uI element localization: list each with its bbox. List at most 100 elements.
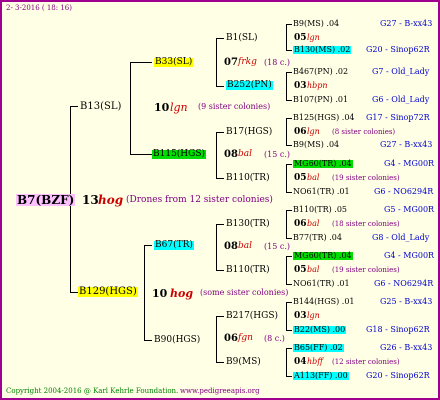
connector bbox=[286, 376, 292, 377]
gen2-1-generation: 07 bbox=[224, 57, 238, 68]
connector bbox=[286, 302, 292, 303]
gen4-left-12: NO61(TR) .01 bbox=[293, 279, 350, 288]
gen1-upper-note: (9 sister colonies) bbox=[198, 102, 271, 111]
connector bbox=[286, 330, 292, 331]
gen4-right-16: G20 - Sinop62R bbox=[366, 371, 430, 380]
gen4-left-10: B77(TR) .04 bbox=[293, 233, 342, 242]
gen4-right-15: G26 - B-xx43 bbox=[380, 343, 433, 352]
website-link[interactable]: www.pedigreeapis.org bbox=[180, 388, 260, 395]
gen4-left-13: B144(HGS) .01 bbox=[293, 297, 355, 306]
gen2-2-breed: bal bbox=[238, 149, 253, 159]
gen1-upper-connector bbox=[130, 62, 131, 154]
gen4-right-14: G18 - Sinop62R bbox=[366, 325, 430, 334]
connector bbox=[216, 86, 224, 87]
gen3-2-generation: 03 bbox=[294, 81, 307, 91]
copyright: Copyright 2004-2016 @ Karl Kehrle Founda… bbox=[6, 387, 179, 395]
gen3-1-generation: 05 bbox=[294, 33, 307, 43]
gen3-4-note: (19 sister colonies) bbox=[332, 174, 400, 182]
gen2-2-generation: 08 bbox=[224, 149, 238, 160]
gen3-6-generation: 05 bbox=[294, 265, 307, 275]
gen2-3-note: (15 c.) bbox=[264, 242, 290, 251]
gen4-left-6: B9(MS) .04 bbox=[293, 140, 340, 149]
gen1-lower-note: (some sister colonies) bbox=[200, 288, 289, 297]
gen3-3-note: (8 sister colonies) bbox=[332, 128, 396, 136]
gen3-queen-1: B1(SL) bbox=[226, 33, 258, 43]
gen4-right-5: G17 - Sinop72R bbox=[366, 113, 430, 122]
gen2-4-generation: 06 bbox=[224, 333, 238, 344]
root-breed: hog bbox=[98, 193, 124, 207]
connector bbox=[286, 256, 292, 257]
connector bbox=[286, 210, 287, 238]
gen3-5-note: (18 sister colonies) bbox=[332, 220, 400, 228]
gen4-right-3: G7 - Old_Lady bbox=[372, 67, 430, 76]
gen4-left-16: A113(FF) .00 bbox=[293, 371, 349, 380]
gen4-left-2: B130(MS) .02 bbox=[293, 45, 352, 54]
gen3-queen-8: B9(MS) bbox=[226, 357, 261, 367]
gen2-4-breed: fgn bbox=[238, 333, 253, 343]
connector bbox=[286, 210, 292, 211]
connector bbox=[216, 132, 217, 178]
connector bbox=[286, 284, 292, 285]
gen4-left-4: B107(PN) .01 bbox=[293, 95, 349, 104]
gen2-queen-4: B90(HGS) bbox=[154, 335, 201, 345]
connector bbox=[286, 118, 292, 119]
connector bbox=[216, 362, 224, 363]
gen3-6-breed: bal bbox=[307, 265, 320, 274]
gen3-6-note: (19 sister colonies) bbox=[332, 266, 400, 274]
gen3-queen-4: B110(TR) bbox=[226, 173, 270, 183]
connector bbox=[216, 316, 217, 362]
connector bbox=[216, 178, 224, 179]
gen4-right-1: G27 - B-xx43 bbox=[380, 19, 433, 28]
gen3-7-generation: 03 bbox=[294, 311, 307, 321]
gen4-left-1: B9(MS) .04 bbox=[293, 19, 340, 28]
connector bbox=[286, 72, 292, 73]
gen3-7-breed: lgn bbox=[307, 311, 320, 320]
connector bbox=[216, 224, 224, 225]
connector bbox=[216, 224, 217, 270]
pedigree-frame: 2- 3-2016 ( 18: 16) B7(BZF) 13 hog (Dron… bbox=[0, 0, 440, 400]
gen4-left-7: MG60(TR) .04 bbox=[293, 159, 353, 168]
report-date: 2- 3-2016 ( 18: 16) bbox=[6, 4, 72, 12]
gen3-5-breed: bal bbox=[307, 219, 320, 228]
gen1-queen-upper: B13(SL) bbox=[80, 101, 122, 112]
gen3-1-breed: lgn bbox=[307, 33, 320, 42]
gen3-4-generation: 05 bbox=[294, 173, 307, 183]
connector bbox=[286, 50, 292, 51]
gen4-left-8: NO61(TR) .01 bbox=[293, 187, 350, 196]
gen3-8-generation: 04 bbox=[294, 357, 307, 367]
gen4-right-4: G6 - Old_Lady bbox=[372, 95, 430, 104]
gen2-1-breed: frkg bbox=[238, 57, 257, 67]
gen2-queen-3: B67(TR) bbox=[154, 240, 194, 250]
connector bbox=[216, 270, 224, 271]
connector bbox=[286, 72, 287, 100]
gen4-left-5: B125(HGS) .04 bbox=[293, 113, 355, 122]
connector bbox=[286, 192, 292, 193]
connector bbox=[216, 132, 224, 133]
gen3-queen-7: B217(HGS) bbox=[226, 311, 279, 321]
connector bbox=[286, 256, 287, 284]
connector bbox=[286, 118, 287, 145]
gen4-right-6: G27 - B-xx43 bbox=[380, 140, 433, 149]
gen2-queen-2: B115(HGS) bbox=[152, 149, 207, 159]
connector bbox=[286, 145, 292, 146]
gen2-queen-1: B33(SL) bbox=[154, 57, 194, 67]
gen3-4-breed: bal bbox=[307, 173, 320, 182]
gen2-3-generation: 08 bbox=[224, 241, 238, 252]
gen2-4-note: (8 c.) bbox=[264, 334, 285, 343]
gen3-2-breed: hbpn bbox=[307, 81, 328, 90]
connector bbox=[286, 100, 292, 101]
connector bbox=[216, 38, 217, 86]
connector bbox=[286, 302, 287, 330]
connector bbox=[70, 106, 78, 107]
gen3-queen-5: B130(TR) bbox=[226, 219, 270, 229]
gen4-right-12: G6 - NO6294R bbox=[374, 279, 434, 288]
gen4-right-13: G25 - B-xx43 bbox=[380, 297, 433, 306]
gen1-lower-connector bbox=[144, 245, 145, 340]
gen2-1-note: (18 c.) bbox=[264, 58, 290, 67]
gen4-right-8: G6 - NO6294R bbox=[374, 187, 434, 196]
gen4-left-3: B467(PN) .02 bbox=[293, 67, 349, 76]
gen2-2-note: (15 c.) bbox=[264, 150, 290, 159]
gen1-upper-generation: 10 bbox=[154, 101, 170, 114]
gen4-right-7: G4 - MG00R bbox=[384, 159, 435, 168]
connector bbox=[286, 348, 287, 376]
